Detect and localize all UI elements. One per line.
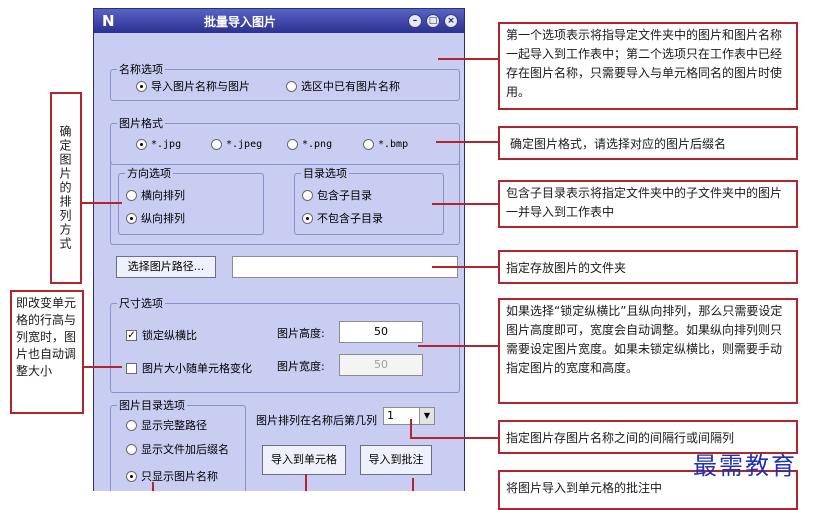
radio-unselected-icon [302,189,313,201]
radio-label: *.png [302,139,333,150]
callout-path: 指定存放图片的文件夹 [498,250,798,284]
radio-exclude-subdir[interactable]: 不包含子目录 [302,210,383,226]
radio-with-extension[interactable]: 显示文件加后缀名 [126,441,229,457]
radio-unselected-icon [126,443,137,455]
connector-line [432,266,498,268]
radio-full-path[interactable]: 显示完整路径 [126,417,207,433]
checkbox-label: 锁定纵横比 [142,329,197,342]
radio-label: 导入图片名称与图片 [151,80,250,93]
connector-line [438,58,498,60]
radio-unselected-icon [126,419,137,431]
minimize-icon[interactable]: – [408,14,422,28]
select-path-button[interactable]: 选择图片路径... [116,256,216,278]
callout-directory: 包含子目录表示将指定文件夹中的子文件夹中的图片一并导入到工作表中 [498,180,798,228]
radio-selected-icon [126,212,137,224]
radio-include-subdir[interactable]: 包含子目录 [302,187,372,203]
app-logo-icon: N [102,12,115,30]
callout-fit-cell: 即改变单元格的行高与列宽时，图片也自动调整大小 [10,290,84,414]
radio-unselected-icon [286,80,297,92]
column-after-value: 1 [387,409,394,422]
height-label: 图片高度: [277,327,325,340]
height-input[interactable]: 50 [339,321,423,343]
callout-name-options: 第一个选项表示将指导定文件夹中的图片和图片名称一起导入到工作表中；第二个选项只在… [498,22,798,110]
connector-line [410,437,498,439]
path-input[interactable] [232,256,458,278]
radio-label: *.jpg [151,139,182,150]
import-to-cell-button[interactable]: 导入到单元格 [262,445,346,475]
radio-existing-names[interactable]: 选区中已有图片名称 [286,78,400,94]
radio-unselected-icon [126,189,137,201]
name-options-legend: 名称选项 [119,63,163,76]
radio-label: 横向排列 [141,189,185,202]
checkbox-unchecked-icon [126,362,137,374]
radio-format-png[interactable]: *.png [287,139,332,150]
callout-image-format: 确定图片格式，请选择对应的图片后缀名 [498,126,798,160]
connector-line [305,474,307,491]
radio-import-name-and-image[interactable]: 导入图片名称与图片 [136,78,250,94]
watermark-logo: 最需教育 [693,452,797,480]
radio-label: 选区中已有图片名称 [301,80,400,93]
direction-legend: 方向选项 [127,167,171,180]
radio-format-jpeg[interactable]: *.jpeg [211,139,262,150]
radio-label: 包含子目录 [317,189,372,202]
image-format-legend: 图片格式 [119,117,163,130]
checkbox-label: 图片大小随单元格变化 [142,362,252,375]
radio-format-jpg[interactable]: *.jpg [136,139,181,150]
connector-line [432,203,498,205]
connector-line [152,482,154,491]
connector-line [84,366,122,368]
radio-label: 不包含子目录 [317,212,383,225]
connector-line [418,345,498,347]
radio-unselected-icon [287,139,298,150]
restore-icon[interactable]: □ [426,14,440,28]
size-group: 尺寸选项 [110,295,460,393]
radio-horizontal[interactable]: 横向排列 [126,187,185,203]
column-after-label: 图片排列在名称后第几列 [256,414,377,427]
radio-label: 纵向排列 [141,212,185,225]
radio-unselected-icon [363,139,374,150]
radio-label: 显示完整路径 [141,419,207,432]
width-label: 图片宽度: [277,360,325,373]
width-input[interactable]: 50 [339,354,423,376]
lock-ratio-checkbox[interactable]: ✓ 锁定纵横比 [126,327,197,343]
connector-line [410,419,412,439]
radio-unselected-icon [211,139,222,150]
size-legend: 尺寸选项 [119,297,163,310]
import-to-comment-button[interactable]: 导入到批注 [360,445,432,475]
window-title: 批量导入图片 [204,15,277,29]
checkbox-checked-icon: ✓ [126,329,137,341]
fit-cell-checkbox[interactable]: 图片大小随单元格变化 [126,360,252,376]
radio-name-only[interactable]: 只显示图片名称 [126,468,218,484]
radio-format-bmp[interactable]: *.bmp [363,139,408,150]
callout-direction-vertical: 确定图片的排列方式 [50,92,82,284]
radio-label: *.bmp [378,139,409,150]
close-icon[interactable]: × [444,14,458,28]
radio-selected-icon [302,212,313,224]
callout-size: 如果选择“锁定纵横比”且纵向排列，那么只需要设定图片高度即可，宽度会自动调整。如… [498,298,798,404]
connector-line [412,478,414,491]
directory-legend: 目录选项 [303,167,347,180]
radio-vertical[interactable]: 纵向排列 [126,210,185,226]
radio-selected-icon [136,139,147,150]
connector-line [82,202,122,204]
column-after-select[interactable]: 1 ▼ [383,407,435,425]
title-bar[interactable]: N 批量导入图片 – □ × [94,9,464,33]
radio-selected-icon [136,80,147,92]
catalog-legend: 图片目录选项 [119,399,185,412]
radio-label: 显示文件加后缀名 [141,443,229,456]
connector-line [436,141,498,143]
chevron-down-icon[interactable]: ▼ [419,408,434,424]
radio-selected-icon [126,470,137,482]
radio-label: *.jpeg [226,139,263,150]
